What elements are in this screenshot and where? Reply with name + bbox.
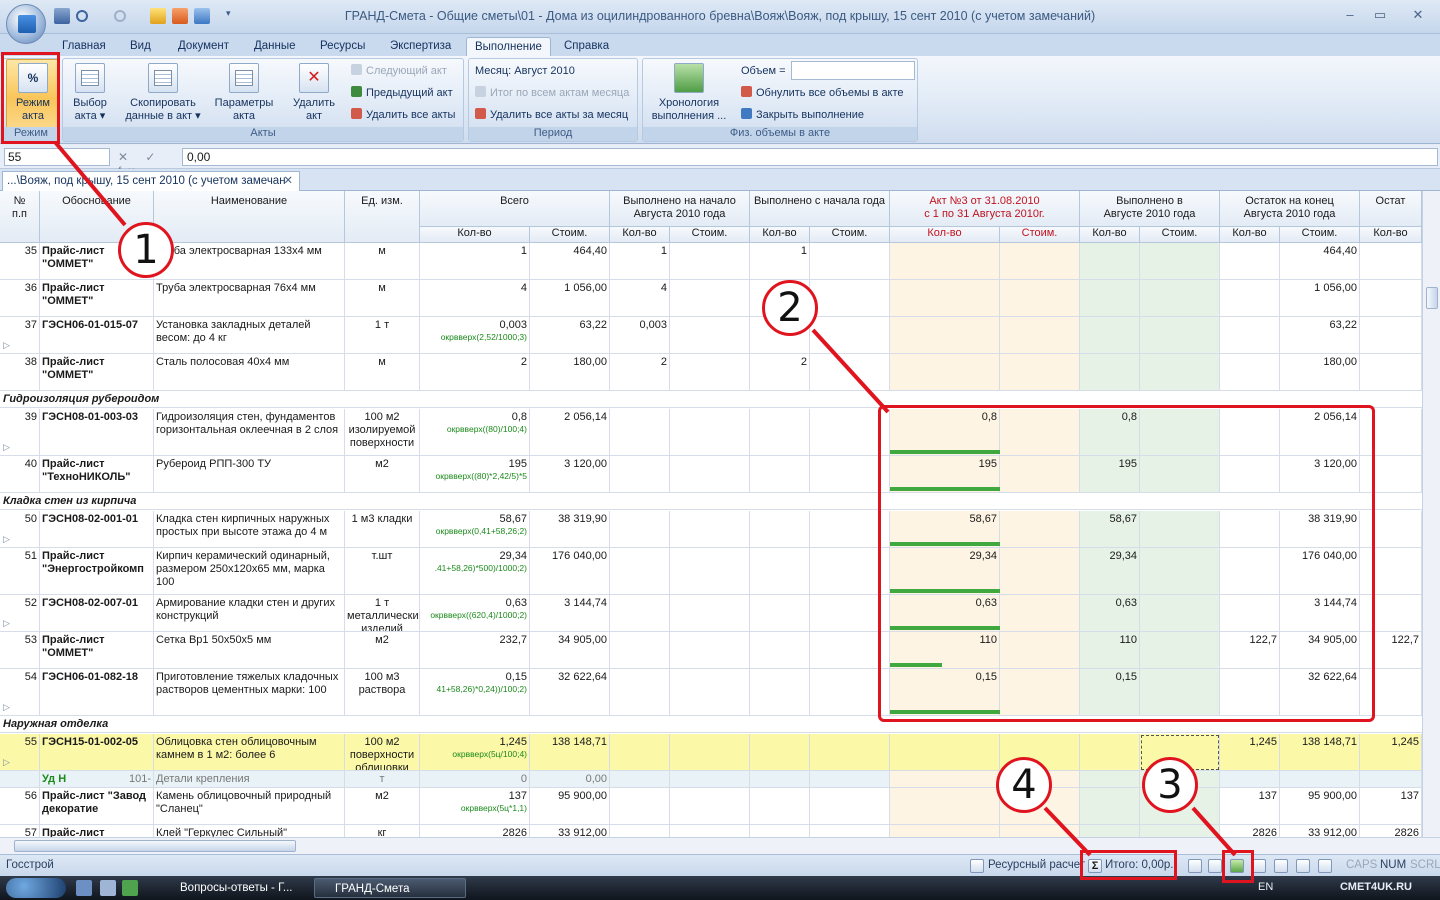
annotation-marker-3: 3: [1142, 757, 1198, 813]
grand-smeta-window: ▾ ГРАНД-Смета - Общие сметы\01 - Дома из…: [0, 0, 1440, 900]
app-menu-orb[interactable]: [6, 4, 46, 44]
annotation-line-4: [1043, 806, 1092, 857]
annotation-line-2: [811, 328, 890, 414]
annotation-marker-1: 1: [118, 222, 174, 278]
annotation-lines: [53, 140, 1237, 857]
annotation-marker-4: 4: [996, 757, 1052, 813]
annotation-line-3: [1191, 806, 1237, 857]
annotation-marker-2: 2: [762, 280, 818, 336]
annotation-line-1: [53, 140, 127, 227]
app-logo-icon: [18, 15, 36, 33]
